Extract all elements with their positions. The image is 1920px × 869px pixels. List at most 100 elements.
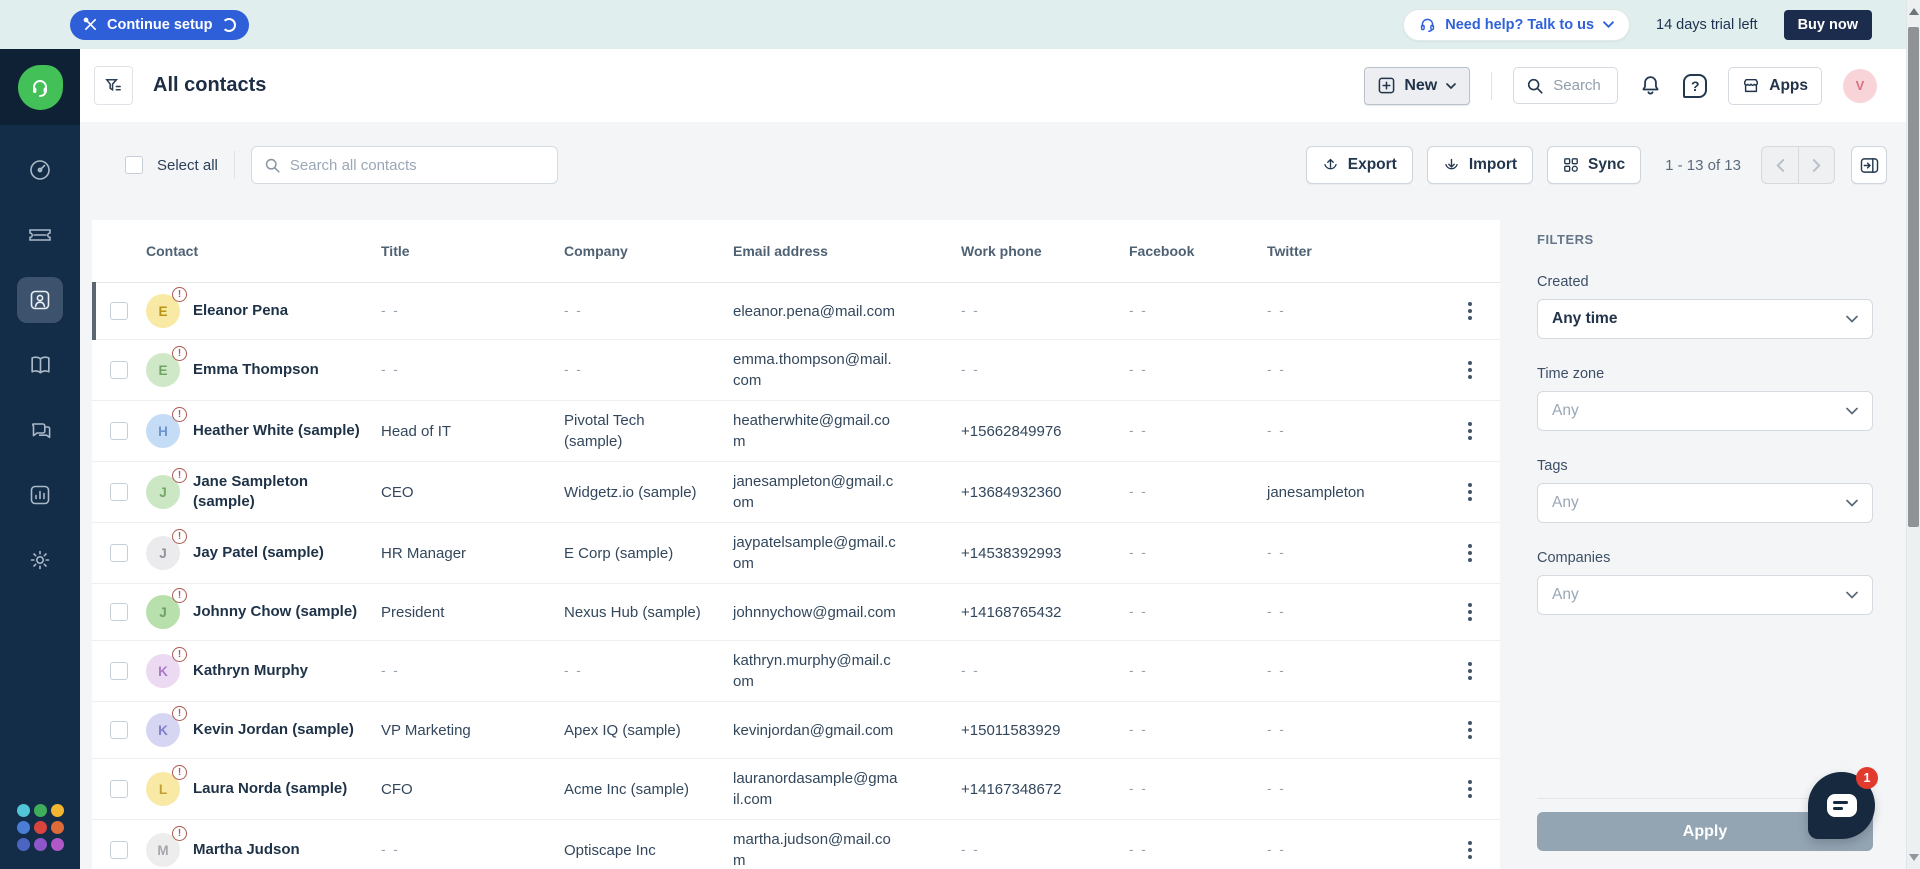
column-header-facebook[interactable]: Facebook [1129,243,1267,259]
contact-name[interactable]: Kathryn Murphy [193,661,308,681]
import-button[interactable]: Import [1426,146,1534,184]
app-switcher-grid-icon[interactable] [16,804,64,851]
previous-page-button[interactable] [1761,146,1798,184]
table-row[interactable]: J ! Johnny Chow (sample) President Nexus… [92,584,1500,641]
table-row[interactable]: H ! Heather White (sample) Head of IT Pi… [92,401,1500,462]
filter-select-created[interactable]: Any time [1537,299,1873,339]
contacts-icon [28,288,52,312]
row-menu-button[interactable] [1440,776,1500,802]
row-menu-button[interactable] [1440,540,1500,566]
user-avatar[interactable]: V [1843,68,1877,103]
contact-name[interactable]: Kevin Jordan (sample) [193,720,354,740]
collapse-panel-button[interactable] [1851,146,1887,184]
need-help-label: Need help? Talk to us [1445,16,1595,33]
column-header-work-phone[interactable]: Work phone [961,243,1129,259]
row-menu-button[interactable] [1440,418,1500,444]
row-menu-button[interactable] [1440,357,1500,383]
sidebar-item-knowledge-base[interactable] [17,342,63,388]
contact-name[interactable]: Heather White (sample) [193,421,360,441]
global-search-button[interactable]: Search [1513,67,1619,104]
column-header-twitter[interactable]: Twitter [1267,243,1440,259]
table-row[interactable]: J ! Jay Patel (sample) HR Manager E Corp… [92,523,1500,584]
row-checkbox[interactable] [110,483,128,501]
row-checkbox[interactable] [110,422,128,440]
contact-name[interactable]: Johnny Chow (sample) [193,602,357,622]
cell-phone: - - [961,662,980,678]
row-checkbox[interactable] [110,302,128,320]
chat-launcher-button[interactable]: 1 [1808,767,1878,839]
contacts-search-input[interactable] [289,156,545,174]
row-checkbox[interactable] [110,841,128,859]
row-checkbox[interactable] [110,361,128,379]
apps-button[interactable]: Apps [1728,66,1822,105]
cell-title: HR Manager [381,544,467,562]
row-menu-button[interactable] [1440,717,1500,743]
row-checkbox[interactable] [110,603,128,621]
help-button[interactable]: ? [1683,73,1708,98]
scrollbar-down-arrow-icon[interactable] [1909,854,1919,861]
view-filter-button[interactable] [94,66,133,105]
sidebar-item-settings[interactable] [17,537,63,583]
contact-name[interactable]: Laura Norda (sample) [193,779,347,799]
scrollbar-up-arrow-icon[interactable] [1909,8,1919,15]
contact-name[interactable]: Martha Judson [193,840,300,860]
row-checkbox[interactable] [110,721,128,739]
sidebar-item-dashboard[interactable] [17,147,63,193]
table-row[interactable]: J ! Jane Sampleton (sample) CEO Widgetz.… [92,462,1500,523]
filter-select-companies[interactable]: Any [1537,575,1873,615]
sidebar-item-tickets[interactable] [17,212,63,258]
row-menu-button[interactable] [1440,658,1500,684]
column-header-title[interactable]: Title [381,243,564,259]
sidebar-item-contacts[interactable] [17,277,63,323]
column-header-email-address[interactable]: Email address [733,243,961,259]
kebab-icon [1464,837,1476,863]
table-row[interactable]: L ! Laura Norda (sample) CFO Acme Inc (s… [92,759,1500,820]
cell-title: - - [381,302,400,318]
export-button[interactable]: Export [1305,146,1413,184]
cell-email: johnnychow@gmail.com [733,603,896,621]
cell-title: VP Marketing [381,721,471,739]
cell-company: - - [564,302,583,318]
app-dot [16,838,30,851]
table-row[interactable]: K ! Kevin Jordan (sample) VP Marketing A… [92,702,1500,759]
warning-badge-icon: ! [172,647,187,662]
row-checkbox[interactable] [110,780,128,798]
filter-select-time-zone[interactable]: Any [1537,391,1873,431]
contact-name[interactable]: Jay Patel (sample) [193,543,324,563]
contacts-search-box [250,146,558,184]
contact-name[interactable]: Eleanor Pena [193,301,288,321]
contact-name[interactable]: Emma Thompson [193,360,319,380]
kebab-icon [1464,357,1476,383]
column-header-company[interactable]: Company [564,243,733,259]
row-menu-button[interactable] [1440,298,1500,324]
table-row[interactable]: E ! Eleanor Pena - - - - eleanor.pena@ma… [92,282,1500,340]
select-all-checkbox[interactable] [125,156,143,174]
row-menu-button[interactable] [1440,837,1500,863]
page-scrollbar[interactable] [1906,0,1920,869]
table-row[interactable]: M ! Martha Judson - - Optiscape Inc mart… [92,820,1500,869]
row-checkbox[interactable] [110,544,128,562]
sync-button[interactable]: Sync [1547,146,1642,184]
sidebar-item-conversations[interactable] [17,407,63,453]
row-menu-button[interactable] [1440,479,1500,505]
buy-now-button[interactable]: Buy now [1783,9,1872,40]
continue-setup-button[interactable]: Continue setup [70,9,249,40]
notifications-button[interactable] [1639,74,1662,97]
row-menu-button[interactable] [1440,599,1500,625]
cell-twitter: - - [1267,361,1286,377]
table-row[interactable]: K ! Kathryn Murphy - - - - kathryn.murph… [92,641,1500,702]
scrollbar-thumb[interactable] [1908,27,1919,527]
app-dot [50,804,64,817]
freshworks-logo-block[interactable] [0,49,80,125]
filter-select-tags[interactable]: Any [1537,483,1873,523]
cell-company: Pivotal Tech (sample) [564,412,645,450]
warning-badge-icon: ! [172,287,187,302]
column-header-contact[interactable]: Contact [146,243,381,259]
row-checkbox[interactable] [110,662,128,680]
table-row[interactable]: E ! Emma Thompson - - - - emma.thompson@… [92,340,1500,401]
next-page-button[interactable] [1798,146,1835,184]
new-button[interactable]: New [1364,66,1471,105]
sidebar-item-analytics[interactable] [17,472,63,518]
need-help-button[interactable]: Need help? Talk to us [1403,8,1631,41]
contact-name[interactable]: Jane Sampleton (sample) [193,472,361,513]
